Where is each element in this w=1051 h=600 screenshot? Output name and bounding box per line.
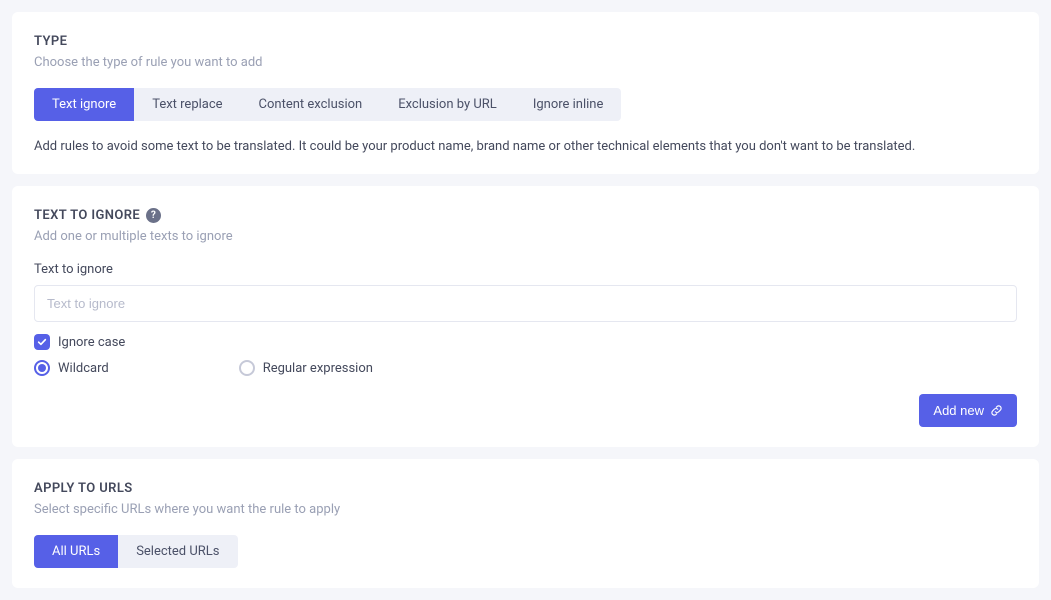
type-panel: TYPE Choose the type of rule you want to… bbox=[12, 12, 1039, 174]
tab-text-replace[interactable]: Text replace bbox=[134, 88, 240, 121]
ignore-case-checkbox[interactable] bbox=[34, 334, 50, 350]
regex-label: Regular expression bbox=[263, 361, 373, 376]
check-icon bbox=[37, 337, 47, 347]
type-description: Add rules to avoid some text to be trans… bbox=[34, 139, 1017, 154]
wildcard-option[interactable]: Wildcard bbox=[34, 360, 109, 376]
regex-radio[interactable] bbox=[239, 360, 255, 376]
tab-content-exclusion[interactable]: Content exclusion bbox=[241, 88, 381, 121]
wildcard-label: Wildcard bbox=[58, 361, 109, 376]
apply-subtitle: Select specific URLs where you want the … bbox=[34, 502, 1017, 517]
apply-panel: APPLY TO URLS Select specific URLs where… bbox=[12, 459, 1039, 588]
ignore-case-label: Ignore case bbox=[58, 335, 125, 350]
ignore-actions: Add new bbox=[34, 394, 1017, 427]
ignore-panel: TEXT TO IGNORE ? Add one or multiple tex… bbox=[12, 186, 1039, 447]
ignore-subtitle: Add one or multiple texts to ignore bbox=[34, 229, 1017, 244]
type-title: TYPE bbox=[34, 34, 1017, 49]
tab-text-ignore[interactable]: Text ignore bbox=[34, 88, 134, 121]
match-mode-row: Wildcard Regular expression bbox=[34, 360, 1017, 376]
link-icon bbox=[990, 404, 1003, 417]
type-tabs: Text ignore Text replace Content exclusi… bbox=[34, 88, 621, 121]
apply-tabs: All URLs Selected URLs bbox=[34, 535, 238, 568]
regex-option[interactable]: Regular expression bbox=[239, 360, 373, 376]
add-new-button[interactable]: Add new bbox=[919, 394, 1017, 427]
tab-exclusion-by-url[interactable]: Exclusion by URL bbox=[380, 88, 515, 121]
type-subtitle: Choose the type of rule you want to add bbox=[34, 55, 1017, 70]
tab-ignore-inline[interactable]: Ignore inline bbox=[515, 88, 622, 121]
apply-title: APPLY TO URLS bbox=[34, 481, 1017, 496]
ignore-title-text: TEXT TO IGNORE bbox=[34, 208, 140, 223]
ignore-case-row: Ignore case bbox=[34, 334, 1017, 350]
wildcard-radio[interactable] bbox=[34, 360, 50, 376]
text-to-ignore-input[interactable] bbox=[34, 285, 1017, 322]
ignore-field-label: Text to ignore bbox=[34, 262, 1017, 277]
tab-all-urls[interactable]: All URLs bbox=[34, 535, 118, 568]
help-icon[interactable]: ? bbox=[146, 208, 161, 223]
tab-selected-urls[interactable]: Selected URLs bbox=[118, 535, 237, 568]
ignore-title: TEXT TO IGNORE ? bbox=[34, 208, 1017, 223]
add-new-label: Add new bbox=[933, 403, 984, 418]
